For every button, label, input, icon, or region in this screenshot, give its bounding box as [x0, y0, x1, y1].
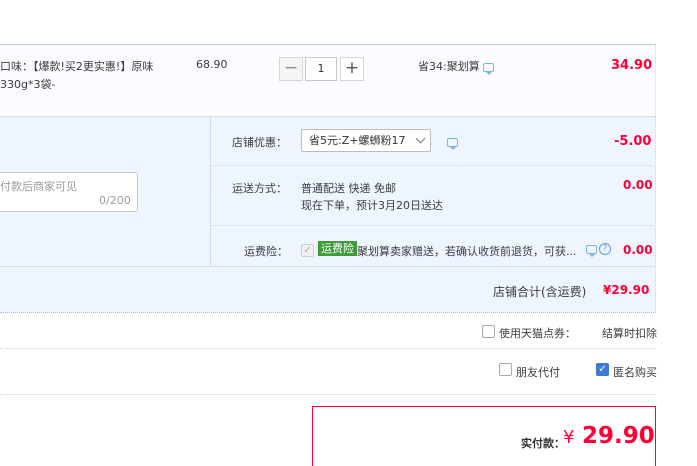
use-points-checkbox[interactable] — [482, 325, 495, 338]
seller-memo-char-count: 0/200 — [99, 194, 131, 207]
item-title[interactable]: 口味：【爆款!买2更实惠!】原味 330g*3袋- — [0, 58, 170, 94]
shop-promo-selected: 省5元:Z+螺蛳粉17 — [309, 134, 406, 147]
actual-payment-currency: ¥ — [563, 427, 575, 448]
chat-bubble-icon[interactable] — [586, 244, 597, 257]
chat-bubble-icon[interactable] — [447, 137, 458, 150]
actual-payment-label: 实付款： — [521, 437, 565, 450]
shop-promo-amount: -5.00 — [614, 134, 652, 149]
use-points-label[interactable]: 使用天猫点券： — [499, 325, 576, 341]
insurance-amount: 0.00 — [623, 243, 653, 257]
item-promotion: 省34:聚划算 — [418, 58, 495, 75]
anonymous-purchase-checkbox[interactable]: ✓ — [596, 363, 609, 376]
friend-pay-label[interactable]: 朋友代付 — [516, 364, 560, 380]
seller-memo-placeholder: 付款后商家可见 — [0, 180, 77, 193]
options-divider — [211, 225, 656, 226]
insurance-help[interactable]: ? — [586, 242, 611, 257]
item-promotion-text: 省34:聚划算 — [418, 60, 480, 73]
points-deduct-note: 结算时扣除 — [602, 327, 657, 340]
shop-promo-label: 店铺优惠： — [232, 136, 287, 149]
item-title-line1: 口味：【爆款!买2更实惠!】原味 — [0, 60, 154, 73]
item-title-line2: 330g*3袋- — [0, 78, 56, 91]
chevron-down-icon — [415, 133, 426, 144]
options-divider — [210, 116, 211, 266]
chat-bubble-icon[interactable] — [483, 62, 495, 75]
insurance-badge: 运费险 — [318, 241, 357, 256]
insurance-label: 运费险： — [244, 245, 288, 258]
question-circle-icon[interactable]: ? — [599, 243, 611, 255]
shipping-eta: 现在下单，预计3月20日送达 — [301, 199, 443, 212]
friend-pay-checkbox[interactable] — [499, 363, 512, 376]
shipping-amount: 0.00 — [623, 178, 653, 192]
item-unit-price: 68.90 — [196, 58, 228, 71]
shipping-method: 普通配送 快递 免邮 — [301, 182, 396, 195]
actual-payment-amount: 29.90 — [582, 423, 655, 449]
anonymous-purchase-label[interactable]: 匿名购买 — [613, 364, 657, 380]
shipping-label: 运送方式： — [232, 182, 287, 195]
shop-promo-info[interactable] — [447, 135, 458, 150]
shop-promo-select[interactable]: 省5元:Z+螺蛳粉17 — [301, 129, 431, 152]
quantity-decrease-button[interactable]: − — [279, 57, 303, 81]
quantity-input[interactable]: 1 — [305, 57, 337, 81]
order-item-row: 口味：【爆款!买2更实惠!】原味 330g*3袋- 68.90 − 1 + 省3… — [0, 44, 656, 116]
insurance-description: 聚划算卖家赠送，若确认收货前退货，可获... — [357, 245, 577, 258]
quantity-increase-button[interactable]: + — [340, 57, 364, 81]
item-subtotal: 34.90 — [611, 58, 653, 73]
options-divider — [211, 165, 656, 166]
shop-total-label: 店铺合计(含运费) — [493, 285, 587, 299]
shop-total-value: ¥29.90 — [603, 283, 650, 297]
insurance-checkbox: ✓ — [301, 244, 314, 257]
